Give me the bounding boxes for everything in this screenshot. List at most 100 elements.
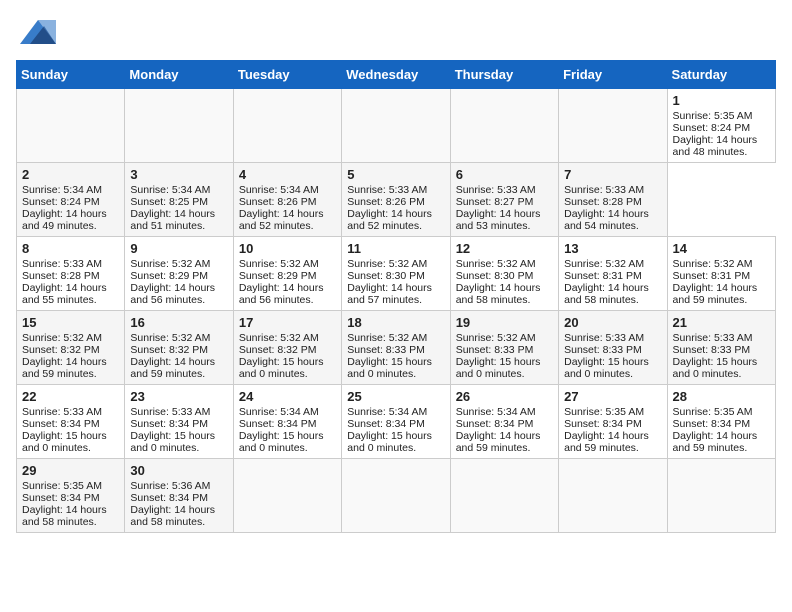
sunrise: Sunrise: 5:33 AM bbox=[22, 406, 119, 418]
sunset: Sunset: 8:30 PM bbox=[347, 270, 444, 282]
sunrise: Sunrise: 5:32 AM bbox=[347, 332, 444, 344]
calendar-cell: 7Sunrise: 5:33 AMSunset: 8:28 PMDaylight… bbox=[559, 163, 667, 237]
day-number: 19 bbox=[456, 315, 553, 330]
sunset: Sunset: 8:34 PM bbox=[22, 418, 119, 430]
calendar-cell: 9 Sunrise: 5:32 AMSunset: 8:29 PMDaylight… bbox=[125, 237, 233, 311]
calendar-week-6: 29Sunrise: 5:35 AMSunset: 8:34 PMDayligh… bbox=[17, 459, 776, 533]
daylight-hours: Daylight: 14 hours and 58 minutes. bbox=[456, 282, 553, 306]
sunset: Sunset: 8:30 PM bbox=[456, 270, 553, 282]
sunrise: Sunrise: 5:33 AM bbox=[22, 258, 119, 270]
sunset: Sunset: 8:33 PM bbox=[673, 344, 770, 356]
day-number: 4 bbox=[239, 167, 336, 182]
calendar-cell: 6Sunrise: 5:33 AMSunset: 8:27 PMDaylight… bbox=[450, 163, 558, 237]
sunset: Sunset: 8:32 PM bbox=[22, 344, 119, 356]
day-number: 16 bbox=[130, 315, 227, 330]
sunset: Sunset: 8:34 PM bbox=[564, 418, 661, 430]
calendar-cell: 10Sunrise: 5:32 AMSunset: 8:29 PMDayligh… bbox=[233, 237, 341, 311]
sunset: Sunset: 8:33 PM bbox=[564, 344, 661, 356]
calendar-cell: 4 Sunrise: 5:34 AMSunset: 8:26 PMDaylight… bbox=[233, 163, 341, 237]
sunrise: Sunrise: 5:32 AM bbox=[239, 258, 336, 270]
calendar-cell: 13Sunrise: 5:32 AMSunset: 8:31 PMDayligh… bbox=[559, 237, 667, 311]
daylight-hours: Daylight: 14 hours and 56 minutes. bbox=[130, 282, 227, 306]
daylight-hours: Daylight: 15 hours and 0 minutes. bbox=[22, 430, 119, 454]
sunrise: Sunrise: 5:34 AM bbox=[456, 406, 553, 418]
calendar-week-1: 1Sunrise: 5:35 AMSunset: 8:24 PMDaylight… bbox=[17, 89, 776, 163]
daylight-hours: Daylight: 14 hours and 58 minutes. bbox=[22, 504, 119, 528]
day-number: 10 bbox=[239, 241, 336, 256]
calendar-cell: 2Sunrise: 5:34 AMSunset: 8:24 PMDaylight… bbox=[17, 163, 125, 237]
daylight-hours: Daylight: 14 hours and 49 minutes. bbox=[22, 208, 119, 232]
calendar-cell: 22Sunrise: 5:33 AMSunset: 8:34 PMDayligh… bbox=[17, 385, 125, 459]
day-number: 20 bbox=[564, 315, 661, 330]
day-number: 8 bbox=[22, 241, 119, 256]
calendar-cell: 18Sunrise: 5:32 AMSunset: 8:33 PMDayligh… bbox=[342, 311, 450, 385]
sunrise: Sunrise: 5:35 AM bbox=[22, 480, 119, 492]
day-number: 18 bbox=[347, 315, 444, 330]
day-number: 27 bbox=[564, 389, 661, 404]
daylight-hours: Daylight: 14 hours and 52 minutes. bbox=[347, 208, 444, 232]
day-number: 28 bbox=[673, 389, 770, 404]
calendar-cell: 8Sunrise: 5:33 AMSunset: 8:28 PMDaylight… bbox=[17, 237, 125, 311]
daylight-hours: Daylight: 15 hours and 0 minutes. bbox=[239, 356, 336, 380]
daylight-hours: Daylight: 15 hours and 0 minutes. bbox=[347, 356, 444, 380]
sunset: Sunset: 8:34 PM bbox=[22, 492, 119, 504]
sunset: Sunset: 8:34 PM bbox=[130, 492, 227, 504]
daylight-hours: Daylight: 14 hours and 52 minutes. bbox=[239, 208, 336, 232]
daylight-hours: Daylight: 15 hours and 0 minutes. bbox=[347, 430, 444, 454]
sunset: Sunset: 8:34 PM bbox=[130, 418, 227, 430]
sunset: Sunset: 8:28 PM bbox=[564, 196, 661, 208]
sunset: Sunset: 8:26 PM bbox=[239, 196, 336, 208]
daylight-hours: Daylight: 14 hours and 58 minutes. bbox=[130, 504, 227, 528]
day-number: 13 bbox=[564, 241, 661, 256]
column-header-sunday: Sunday bbox=[17, 61, 125, 89]
daylight-hours: Daylight: 14 hours and 48 minutes. bbox=[673, 134, 770, 158]
sunset: Sunset: 8:32 PM bbox=[239, 344, 336, 356]
sunrise: Sunrise: 5:32 AM bbox=[239, 332, 336, 344]
daylight-hours: Daylight: 15 hours and 0 minutes. bbox=[239, 430, 336, 454]
day-number: 30 bbox=[130, 463, 227, 478]
calendar-cell bbox=[233, 89, 341, 163]
day-number: 29 bbox=[22, 463, 119, 478]
daylight-hours: Daylight: 14 hours and 58 minutes. bbox=[564, 282, 661, 306]
daylight-hours: Daylight: 14 hours and 53 minutes. bbox=[456, 208, 553, 232]
sunrise: Sunrise: 5:34 AM bbox=[239, 184, 336, 196]
calendar-cell: 3Sunrise: 5:34 AMSunset: 8:25 PMDaylight… bbox=[125, 163, 233, 237]
sunset: Sunset: 8:24 PM bbox=[22, 196, 119, 208]
sunrise: Sunrise: 5:32 AM bbox=[130, 332, 227, 344]
column-header-saturday: Saturday bbox=[667, 61, 775, 89]
daylight-hours: Daylight: 14 hours and 59 minutes. bbox=[456, 430, 553, 454]
sunset: Sunset: 8:29 PM bbox=[130, 270, 227, 282]
day-number: 25 bbox=[347, 389, 444, 404]
calendar-week-5: 22Sunrise: 5:33 AMSunset: 8:34 PMDayligh… bbox=[17, 385, 776, 459]
sunset: Sunset: 8:31 PM bbox=[673, 270, 770, 282]
calendar-cell: 25Sunrise: 5:34 AMSunset: 8:34 PMDayligh… bbox=[342, 385, 450, 459]
calendar-cell: 21Sunrise: 5:33 AMSunset: 8:33 PMDayligh… bbox=[667, 311, 775, 385]
calendar-cell bbox=[342, 459, 450, 533]
sunrise: Sunrise: 5:32 AM bbox=[456, 332, 553, 344]
calendar-cell: 11Sunrise: 5:32 AMSunset: 8:30 PMDayligh… bbox=[342, 237, 450, 311]
column-header-monday: Monday bbox=[125, 61, 233, 89]
sunrise: Sunrise: 5:35 AM bbox=[673, 110, 770, 122]
calendar-cell: 28Sunrise: 5:35 AMSunset: 8:34 PMDayligh… bbox=[667, 385, 775, 459]
day-number: 2 bbox=[22, 167, 119, 182]
day-number: 1 bbox=[673, 93, 770, 108]
calendar-cell bbox=[450, 89, 558, 163]
sunrise: Sunrise: 5:32 AM bbox=[130, 258, 227, 270]
sunrise: Sunrise: 5:33 AM bbox=[564, 184, 661, 196]
sunrise: Sunrise: 5:33 AM bbox=[347, 184, 444, 196]
calendar-cell: 12Sunrise: 5:32 AMSunset: 8:30 PMDayligh… bbox=[450, 237, 558, 311]
calendar-cell: 26Sunrise: 5:34 AMSunset: 8:34 PMDayligh… bbox=[450, 385, 558, 459]
daylight-hours: Daylight: 14 hours and 59 minutes. bbox=[130, 356, 227, 380]
day-number: 9 bbox=[130, 241, 227, 256]
daylight-hours: Daylight: 15 hours and 0 minutes. bbox=[564, 356, 661, 380]
calendar-cell: 30Sunrise: 5:36 AMSunset: 8:34 PMDayligh… bbox=[125, 459, 233, 533]
calendar-table: SundayMondayTuesdayWednesdayThursdayFrid… bbox=[16, 60, 776, 533]
day-number: 5 bbox=[347, 167, 444, 182]
column-header-wednesday: Wednesday bbox=[342, 61, 450, 89]
daylight-hours: Daylight: 15 hours and 0 minutes. bbox=[130, 430, 227, 454]
day-number: 23 bbox=[130, 389, 227, 404]
sunrise: Sunrise: 5:34 AM bbox=[347, 406, 444, 418]
sunset: Sunset: 8:31 PM bbox=[564, 270, 661, 282]
sunrise: Sunrise: 5:32 AM bbox=[347, 258, 444, 270]
day-number: 21 bbox=[673, 315, 770, 330]
